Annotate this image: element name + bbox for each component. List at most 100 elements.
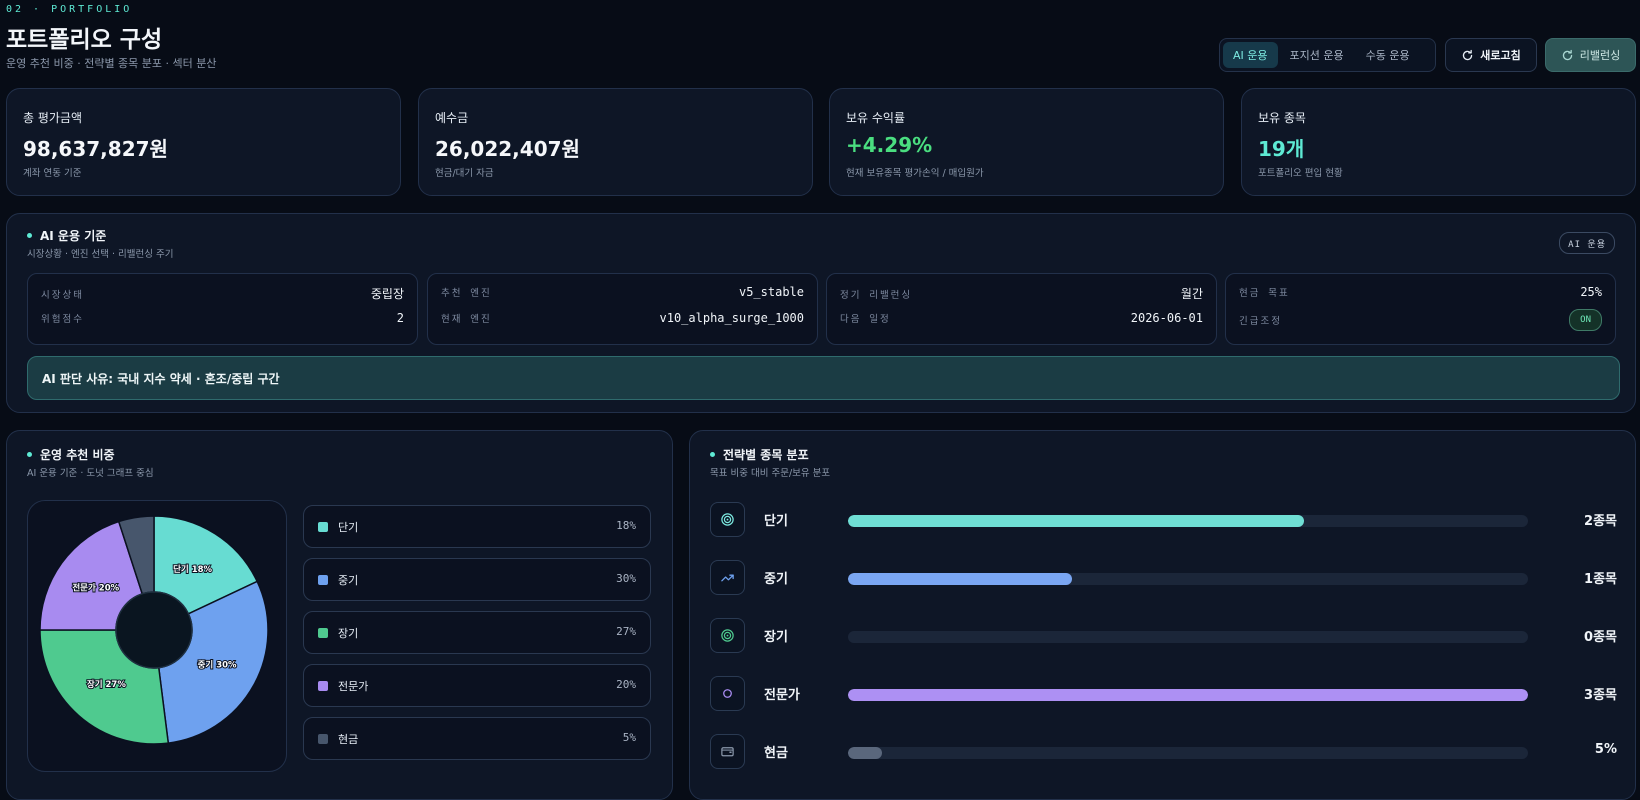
- legend-name: 장기: [338, 627, 359, 640]
- refresh-button[interactable]: 새로고침: [1445, 38, 1537, 72]
- dist-row-cash: 현금 5%: [710, 734, 1617, 770]
- weights-title-text: 운영 추천 비중: [40, 448, 115, 462]
- legend-item-short[interactable]: 단기 18%: [303, 505, 651, 548]
- stat-key: 시장상태: [41, 289, 84, 301]
- donut-hole: [115, 591, 193, 669]
- dist-track: [848, 747, 1528, 759]
- donut-slice-label: 단기 18%: [173, 564, 212, 575]
- ai-mode-tag: AI 운용: [1559, 232, 1615, 254]
- stat-key: 다음 일정: [840, 314, 891, 325]
- dist-count: 1종목: [1584, 572, 1617, 587]
- tab-ai-mode[interactable]: AI 운용: [1223, 42, 1278, 68]
- kpi-value: +4.29%: [846, 133, 933, 157]
- tab-position-mode[interactable]: 포지션 운용: [1280, 42, 1354, 68]
- legend-swatch: [318, 628, 328, 638]
- legend-swatch: [318, 575, 328, 585]
- weights-title: 운영 추천 비중: [27, 446, 115, 463]
- tab-manual-mode[interactable]: 수동 운용: [1356, 42, 1420, 68]
- kpi-note: 현금/대기 자금: [435, 168, 494, 179]
- dist-icon-box: [710, 560, 745, 595]
- legend-item-long[interactable]: 장기 27%: [303, 611, 651, 654]
- stat-value: 월간: [1180, 287, 1203, 301]
- refresh-label: 새로고침: [1480, 49, 1521, 62]
- page-subtitle: 운영 추천 비중 · 전략별 종목 분포 · 섹터 분산: [6, 57, 217, 70]
- target-icon: [721, 629, 734, 642]
- refresh-icon: [1463, 49, 1473, 60]
- legend-item-cash[interactable]: 현금 5%: [303, 717, 651, 760]
- ai-criteria-panel: AI 운용 기준 시장상황 · 엔진 선택 · 리밸런싱 주기 AI 운용 시장…: [6, 213, 1636, 413]
- legend-item-expert[interactable]: 전문가 20%: [303, 664, 651, 707]
- trend-up-icon: [721, 574, 734, 582]
- dist-row-mid: 중기 1종목: [710, 560, 1617, 596]
- distribution-title-text: 전략별 종목 분포: [723, 448, 809, 462]
- dist-fill-bar: [848, 573, 1073, 585]
- donut-chart-box: 단기 18% 중기 30% 장기 27% 전문가 20%: [27, 500, 287, 772]
- kpi-label: 보유 종목: [1258, 111, 1306, 125]
- rebalance-button[interactable]: 리밸런싱: [1545, 38, 1636, 72]
- bullet-dot-icon: [710, 452, 715, 457]
- bullet-dot-icon: [27, 452, 32, 457]
- donut-slice-label: 중기 30%: [198, 660, 237, 671]
- page-title: 포트폴리오 구성: [6, 27, 163, 53]
- dist-count: 2종목: [1584, 514, 1617, 529]
- stat-value: 25%: [1580, 285, 1602, 299]
- ai-reason-banner: AI 판단 사유: 국내 지수 약세 · 혼조/중립 구간: [27, 356, 1620, 400]
- legend-item-mid[interactable]: 중기 30%: [303, 558, 651, 601]
- legend-pct: 20%: [616, 678, 636, 691]
- stat-box-cash: 현금 목표 25% 긴급조정 ON: [1225, 273, 1616, 345]
- kpi-value: 19개: [1258, 137, 1305, 161]
- legend-pct: 30%: [616, 572, 636, 585]
- kpi-value: 98,637,827원: [23, 137, 168, 161]
- distribution-subtitle: 목표 비중 대비 주문/보유 분포: [710, 468, 831, 479]
- dist-name: 단기: [764, 514, 788, 529]
- dist-name: 현금: [764, 746, 788, 761]
- donut-chart: 단기 18% 중기 30% 장기 27% 전문가 20%: [39, 515, 269, 745]
- kpi-note: 포트폴리오 편입 현황: [1258, 168, 1343, 179]
- dist-track: [848, 515, 1528, 527]
- kpi-note: 현재 보유종목 평가손익 / 매입원가: [846, 168, 984, 179]
- dist-track: [848, 631, 1528, 643]
- dist-name: 중기: [764, 572, 788, 587]
- kpi-card-deposit: 예수금 26,022,407원 현금/대기 자금: [418, 88, 813, 196]
- kpi-card-total-value: 총 평가금액 98,637,827원 계좌 연동 기준: [6, 88, 401, 196]
- weights-panel: 운영 추천 비중 AI 운용 기준 · 도넛 그래프 중심 단기 18% 중기 3…: [6, 430, 673, 800]
- legend-pct: 5%: [622, 731, 636, 744]
- kpi-label: 보유 수익률: [846, 111, 906, 125]
- kpi-card-return: 보유 수익률 +4.29% 현재 보유종목 평가손익 / 매입원가: [829, 88, 1224, 196]
- stat-value: 2026-06-01: [1130, 311, 1203, 325]
- kpi-note: 계좌 연동 기준: [23, 168, 82, 179]
- legend-name: 전문가: [338, 680, 369, 693]
- dist-row-long: 장기 0종목: [710, 618, 1617, 654]
- dist-icon-box: [710, 618, 745, 653]
- legend-swatch: [318, 522, 328, 532]
- stat-box-engine: 추천 엔진 v5_stable 현재 엔진 v10_alpha_surge_1000: [427, 273, 818, 345]
- legend-swatch: [318, 681, 328, 691]
- distribution-panel: 전략별 종목 분포 목표 비중 대비 주문/보유 분포 단기 2종목 중기 1종…: [689, 430, 1636, 800]
- weights-subtitle: AI 운용 기준 · 도넛 그래프 중심: [27, 468, 154, 479]
- section-eyebrow: 02 · PORTFOLIO: [6, 4, 133, 15]
- legend-name: 단기: [338, 521, 359, 534]
- dist-track: [848, 573, 1528, 585]
- kpi-value: 26,022,407원: [435, 137, 580, 161]
- stat-key: 현재 엔진: [441, 314, 492, 325]
- mode-tabs: AI 운용 포지션 운용 수동 운용: [1219, 38, 1436, 72]
- stat-key: 긴급조정: [1239, 316, 1282, 327]
- kpi-label: 총 평가금액: [23, 111, 83, 125]
- stat-key: 현금 목표: [1239, 288, 1290, 299]
- donut-slice-label: 장기 27%: [87, 679, 126, 690]
- dist-row-expert: 전문가 3종목: [710, 676, 1617, 712]
- kpi-card-holdings: 보유 종목 19개 포트폴리오 편입 현황: [1241, 88, 1636, 196]
- ai-criteria-title-text: AI 운용 기준: [40, 229, 107, 243]
- stat-key: 정기 리밸런싱: [840, 289, 913, 301]
- dist-count: 0종목: [1584, 630, 1617, 645]
- rebalance-icon: [1562, 49, 1572, 60]
- stat-key: 추천 엔진: [441, 288, 492, 299]
- dist-row-short: 단기 2종목: [710, 502, 1617, 538]
- stat-value: v10_alpha_surge_1000: [659, 311, 805, 325]
- stat-value: 2: [396, 311, 404, 325]
- dist-name: 장기: [764, 630, 788, 645]
- legend-name: 중기: [338, 574, 359, 587]
- emergency-toggle[interactable]: ON: [1569, 309, 1602, 331]
- kpi-label: 예수금: [435, 111, 469, 125]
- dist-fill-bar: [848, 515, 1304, 527]
